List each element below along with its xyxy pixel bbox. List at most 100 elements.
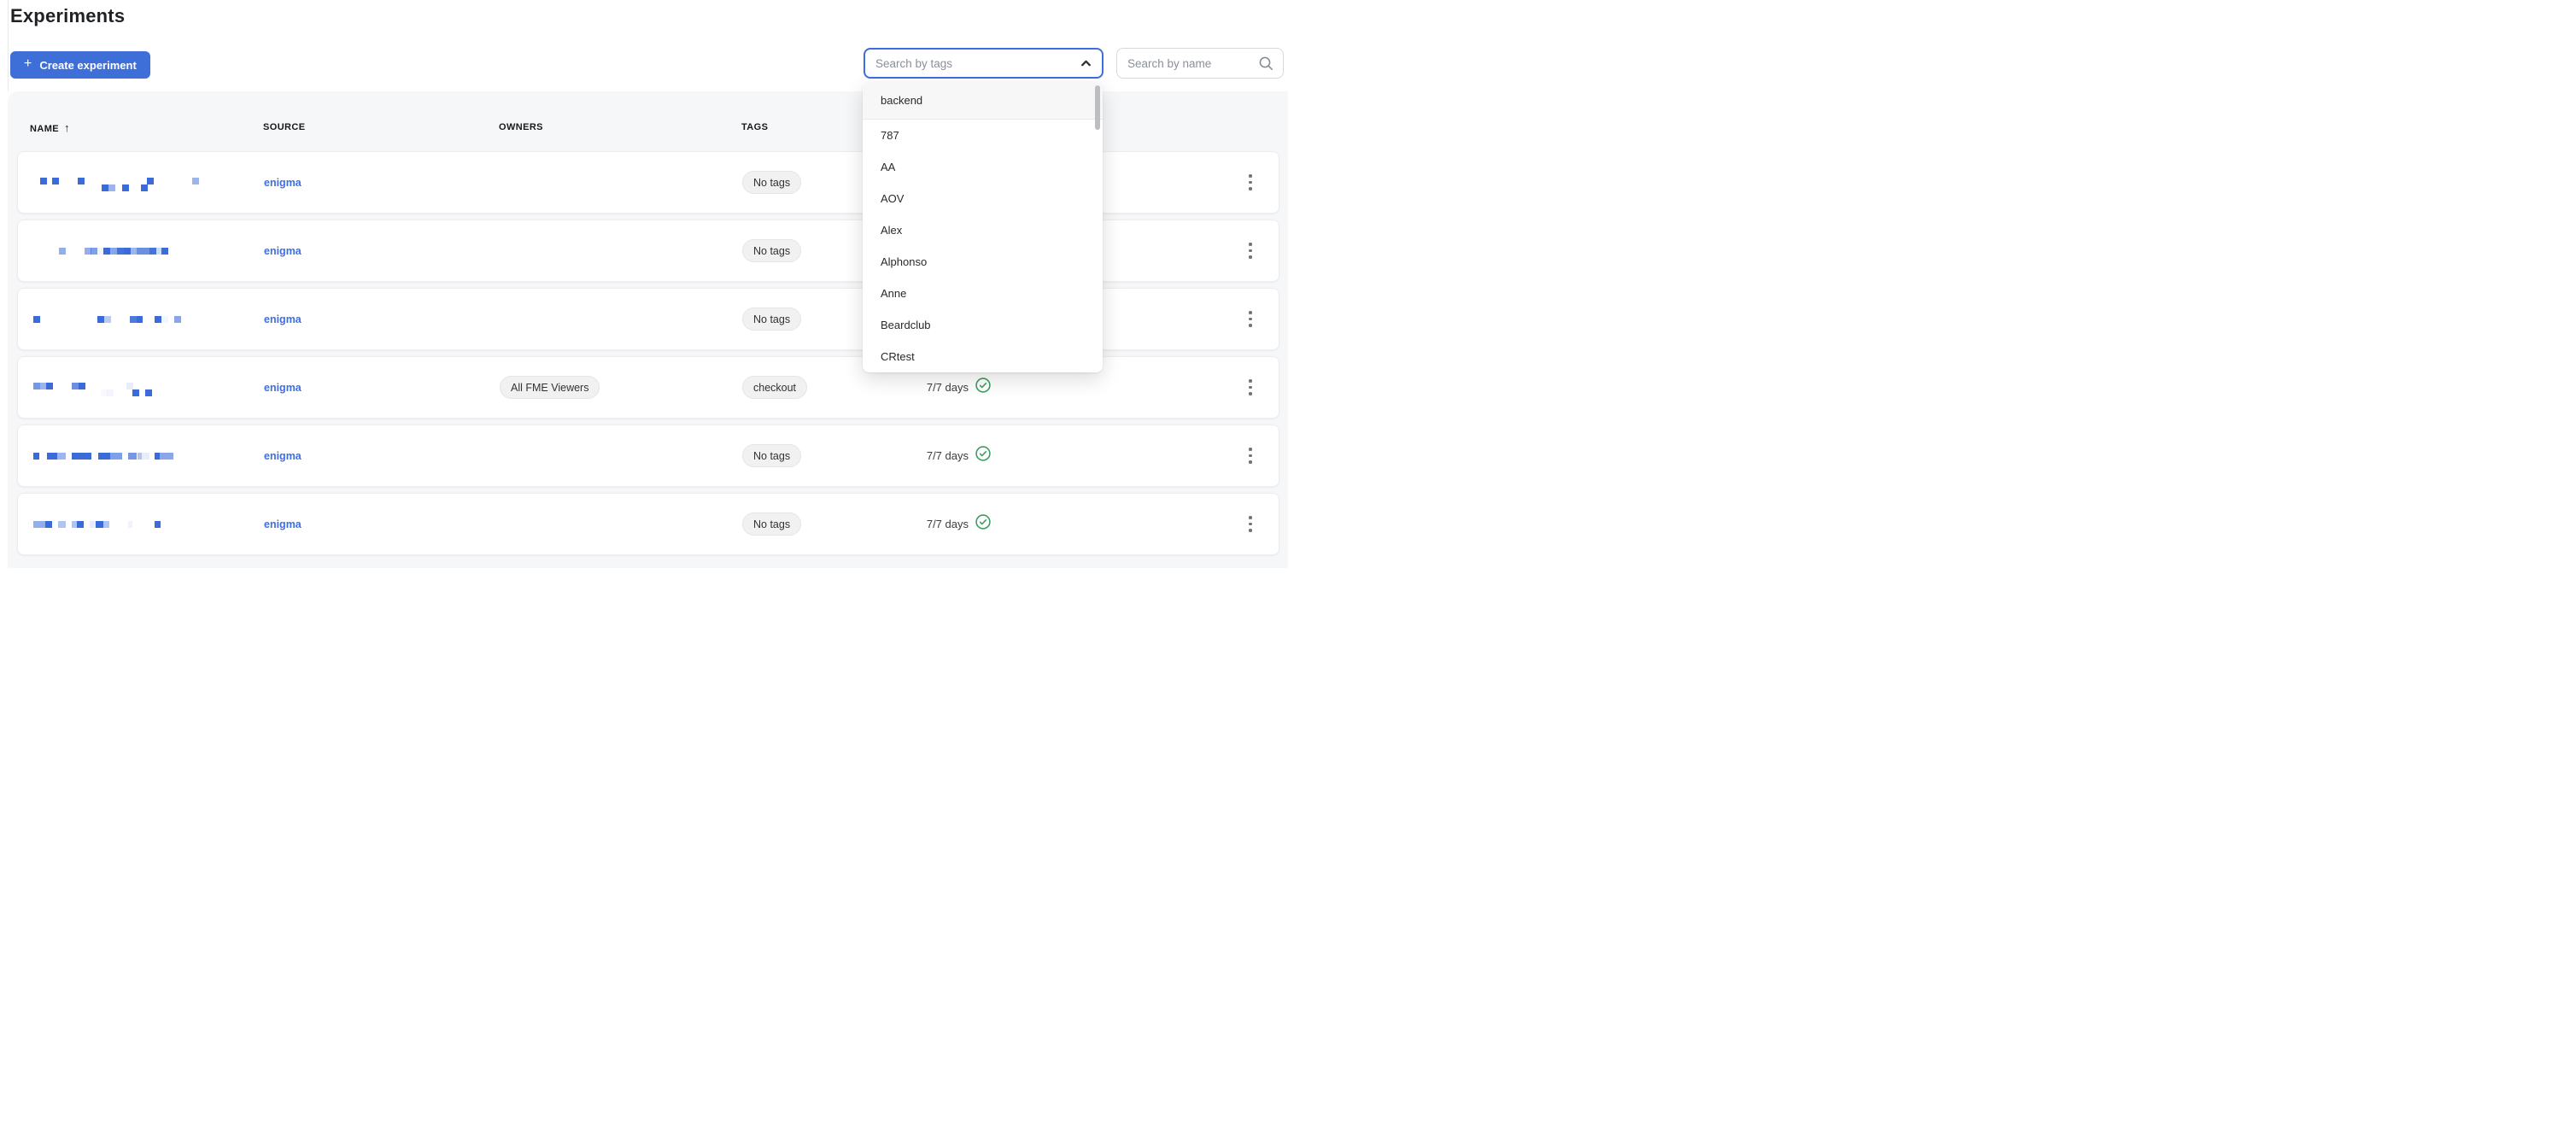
redaction-pixel-block	[108, 184, 115, 191]
row-menu-button[interactable]	[1244, 357, 1257, 418]
column-header-tags: TAGS	[741, 122, 769, 132]
redaction-pixel-block	[98, 453, 110, 460]
row-menu-button[interactable]	[1244, 494, 1257, 554]
days-label: 7/7 days	[926, 381, 969, 394]
redaction-pixel-block	[129, 316, 137, 323]
left-edge-divider	[8, 0, 9, 91]
experiment-name-redacted[interactable]	[33, 178, 255, 191]
redaction-pixel-block	[126, 383, 133, 389]
tags-search-box[interactable]	[864, 48, 1104, 79]
tags-cell: No tags	[742, 289, 802, 349]
row-menu-button[interactable]	[1244, 425, 1257, 486]
check-circle-icon	[975, 513, 992, 535]
redaction-pixel-block	[132, 389, 139, 396]
redaction-pixel-block	[77, 521, 85, 528]
redaction-pixel-block	[136, 316, 143, 323]
experiment-name-redacted[interactable]	[33, 316, 255, 330]
redaction-pixel-block	[122, 184, 129, 191]
row-menu-button[interactable]	[1244, 289, 1257, 349]
redaction-pixel-block	[102, 521, 109, 528]
tags-cell: No tags	[742, 152, 802, 213]
tag-option[interactable]: 787	[863, 120, 1103, 151]
redaction-pixel-block	[78, 383, 85, 389]
experiment-name-redacted[interactable]	[33, 248, 255, 261]
row-menu-button[interactable]	[1244, 220, 1257, 281]
tags-search-input[interactable]	[865, 50, 1102, 77]
redaction-pixel-block	[57, 453, 66, 460]
redaction-pixel-block	[40, 178, 47, 184]
redaction-pixel-block	[140, 184, 148, 191]
redaction-pixel-block	[33, 453, 40, 460]
tag-chip: No tags	[742, 444, 802, 467]
tags-dropdown: backend 787 AA AOV Alex Alphonso Anne Beardclub…	[863, 82, 1103, 372]
create-experiment-label: Create experiment	[39, 58, 137, 72]
experiment-name-redacted[interactable]	[33, 453, 255, 466]
tag-option[interactable]: AA	[863, 151, 1103, 183]
column-header-owners: OWNERS	[499, 122, 543, 132]
days-cell: 7/7 days	[829, 494, 992, 554]
redaction-pixel-block	[44, 521, 52, 528]
days-cell: 7/7 days	[829, 425, 992, 486]
tags-cell: No tags	[742, 425, 802, 486]
page-title: Experiments	[10, 5, 126, 26]
source-link[interactable]: enigma	[264, 313, 302, 325]
plus-icon: +	[24, 56, 32, 71]
redaction-pixel-block	[191, 178, 199, 184]
tag-chip: No tags	[742, 512, 802, 536]
source-link[interactable]: enigma	[264, 518, 302, 530]
redaction-pixel-block	[97, 248, 104, 255]
redaction-pixel-block	[104, 316, 112, 323]
days-label: 7/7 days	[926, 449, 969, 462]
redaction-pixel-block	[161, 248, 169, 255]
redaction-pixel-block	[145, 389, 153, 396]
experiment-name-redacted[interactable]	[33, 383, 255, 396]
search-icon	[1258, 56, 1273, 71]
dropdown-scrollbar-thumb[interactable]	[1095, 85, 1100, 130]
redaction-pixel-block	[142, 453, 149, 460]
name-search-box[interactable]	[1116, 48, 1284, 79]
create-experiment-button[interactable]: + Create experiment	[10, 51, 150, 79]
redaction-pixel-block	[129, 248, 137, 255]
row-menu-button[interactable]	[1244, 152, 1257, 213]
table-row: enigma No tags 7/7 days	[17, 425, 1279, 487]
redaction-pixel-block	[107, 389, 114, 396]
tag-option[interactable]: CRtest	[863, 341, 1103, 372]
tag-chip: No tags	[742, 307, 802, 331]
source-link[interactable]: enigma	[264, 382, 302, 394]
redaction-pixel-block	[155, 316, 162, 323]
tag-option[interactable]: Alex	[863, 214, 1103, 246]
redaction-pixel-block	[160, 453, 173, 460]
tag-option[interactable]: Alphonso	[863, 246, 1103, 278]
tag-chip: No tags	[742, 171, 802, 194]
source-link[interactable]: enigma	[264, 245, 302, 257]
redaction-pixel-block	[33, 316, 40, 323]
redaction-pixel-block	[95, 521, 103, 528]
experiments-page: Experiments + Create experiment NAME ↑ S…	[0, 0, 1288, 568]
redaction-pixel-block	[128, 453, 138, 460]
redaction-pixel-block	[103, 248, 111, 255]
redaction-pixel-block	[155, 521, 161, 528]
experiment-name-redacted[interactable]	[33, 521, 255, 535]
redaction-pixel-block	[46, 383, 54, 389]
column-header-name[interactable]: NAME ↑	[30, 121, 70, 135]
redaction-pixel-block	[161, 316, 169, 323]
sort-ascending-icon: ↑	[64, 121, 70, 134]
source-link[interactable]: enigma	[264, 177, 302, 189]
redaction-pixel-block	[71, 453, 91, 460]
column-header-source: SOURCE	[263, 122, 306, 132]
source-link[interactable]: enigma	[264, 450, 302, 462]
chevron-up-icon[interactable]	[1080, 57, 1092, 70]
owners-cell: All FME Viewers	[500, 357, 600, 418]
tag-option[interactable]: Anne	[863, 278, 1103, 309]
redaction-pixel-block	[146, 178, 154, 184]
tags-cell: No tags	[742, 494, 802, 554]
tag-chip: checkout	[742, 376, 808, 399]
check-circle-icon	[975, 445, 992, 466]
tag-chip: No tags	[742, 239, 802, 262]
tag-option[interactable]: Beardclub	[863, 309, 1103, 341]
check-circle-icon	[975, 377, 992, 398]
redaction-pixel-block	[128, 521, 132, 528]
tag-option[interactable]: AOV	[863, 183, 1103, 214]
tag-option[interactable]: backend	[863, 82, 1103, 120]
redaction-pixel-block	[58, 248, 66, 255]
